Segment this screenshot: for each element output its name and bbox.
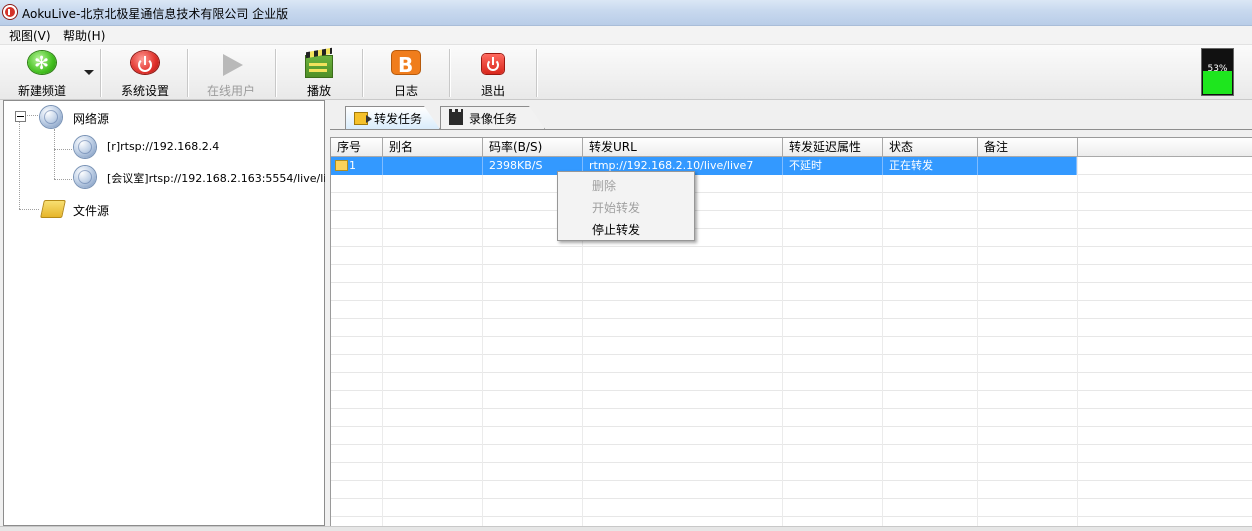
column-header-delay[interactable]: 转发延迟属性 (783, 138, 883, 157)
cell-alias[interactable] (383, 157, 483, 175)
column-header-alias[interactable]: 别名 (383, 138, 483, 157)
menu-item-stop-forward[interactable]: 停止转发 (592, 221, 640, 238)
menu-view[interactable]: 视图(V) (7, 27, 53, 44)
exit-label: 退出 (480, 84, 505, 98)
source-tree-panel: 网络源 [r]rtsp://192.168.2.4 [会议室]rtsp://19… (3, 100, 340, 526)
play-label: 播放 (306, 84, 331, 98)
tree-node-label: [会议室]rtsp://192.168.2.163:5554/live/live (107, 172, 340, 185)
log-label: 日志 (393, 84, 418, 98)
new-channel-dropdown-arrow[interactable] (84, 70, 94, 75)
forward-task-table: 序号 别名 码率(B/S) 转发URL 转发延迟属性 状态 备注 1 2398K… (330, 137, 1252, 526)
title-bar: AokuLive-北京北极星通信息技术有限公司 企业版 (0, 0, 1252, 26)
column-header-forward-url[interactable]: 转发URL (583, 138, 783, 157)
tree-connector (19, 209, 39, 210)
tab-label: 转发任务 (374, 111, 423, 126)
tab-label: 录像任务 (469, 111, 518, 126)
power-settings-icon (131, 51, 159, 74)
tree-connector (54, 179, 72, 180)
cpu-usage-fill (1203, 71, 1232, 94)
table-header: 序号 别名 码率(B/S) 转发URL 转发延迟属性 状态 备注 (331, 138, 1252, 157)
tab-strip-border (330, 129, 1252, 130)
log-icon (392, 51, 420, 77)
toolbar-separator (275, 49, 277, 97)
column-divider (1077, 157, 1078, 526)
play-button[interactable]: 播放 (295, 47, 343, 99)
exit-button[interactable]: 退出 (469, 47, 517, 99)
column-header-note[interactable]: 备注 (978, 138, 1078, 157)
online-users-label: 在线用户 (206, 84, 255, 98)
tree-node-label: 文件源 (73, 204, 110, 218)
tree-node-label: [r]rtsp://192.168.2.4 (107, 140, 220, 153)
globe-icon (40, 106, 62, 128)
toolbar-separator (362, 49, 364, 97)
tree-connector (24, 115, 38, 116)
tree-connector (19, 121, 20, 209)
row-context-menu: 删除 开始转发 停止转发 (557, 171, 695, 241)
column-header-filler (1078, 138, 1252, 157)
tab-record-tasks[interactable]: 录像任务 (440, 106, 545, 129)
status-bar (0, 526, 1252, 531)
toolbar: 新建频道 系统设置 在线用户 播放 日志 退出 (0, 45, 1252, 100)
menu-item-start-forward[interactable]: 开始转发 (592, 199, 640, 216)
cell-index[interactable]: 1 (343, 157, 383, 175)
column-header-index[interactable]: 序号 (331, 138, 383, 157)
column-divider (882, 157, 883, 526)
menu-item-delete[interactable]: 删除 (592, 177, 616, 194)
tree-node-label: 网络源 (73, 112, 110, 126)
toolbar-separator (187, 49, 189, 97)
toolbar-separator (536, 49, 538, 97)
tab-forward-tasks[interactable]: 转发任务 (345, 106, 440, 129)
online-users-button[interactable]: 在线用户 (201, 47, 261, 99)
tree-connector (54, 129, 55, 179)
menu-bar: 视图(V) 帮助(H) (0, 26, 1252, 45)
table-body (331, 157, 1252, 526)
cpu-usage-text: 53% (1207, 64, 1228, 74)
system-settings-label: 系统设置 (120, 84, 169, 98)
clapperboard-icon (449, 112, 463, 125)
toolbar-separator (449, 49, 451, 97)
globe-icon (74, 136, 96, 158)
toolbar-separator (100, 49, 102, 97)
clapperboard-icon (305, 55, 333, 78)
play-arrow-icon (217, 51, 245, 76)
menu-help[interactable]: 帮助(H) (61, 27, 107, 44)
column-divider (482, 157, 483, 526)
column-header-bitrate[interactable]: 码率(B/S) (483, 138, 583, 157)
new-channel-label: 新建频道 (17, 84, 66, 98)
tree-collapse-toggle[interactable] (15, 111, 26, 122)
cpu-usage-meter: 53% (1201, 48, 1234, 96)
column-divider (782, 157, 783, 526)
cell-delay[interactable]: 不延时 (783, 157, 883, 175)
cell-status[interactable]: 正在转发 (883, 157, 978, 175)
new-channel-icon (28, 51, 56, 74)
column-divider (977, 157, 978, 526)
globe-icon (74, 166, 96, 188)
tree-connector (54, 149, 72, 150)
system-settings-button[interactable]: 系统设置 (115, 47, 175, 99)
column-header-status[interactable]: 状态 (883, 138, 978, 157)
window-title: AokuLive-北京北极星通信息技术有限公司 企业版 (22, 7, 289, 21)
log-button[interactable]: 日志 (382, 47, 430, 99)
column-divider (382, 157, 383, 526)
folder-icon (40, 200, 66, 218)
forward-task-icon (354, 112, 368, 125)
exit-power-icon (482, 54, 504, 74)
new-channel-button[interactable]: 新建频道 (12, 47, 72, 99)
app-logo-icon (3, 5, 17, 19)
cell-note[interactable] (978, 157, 1077, 175)
